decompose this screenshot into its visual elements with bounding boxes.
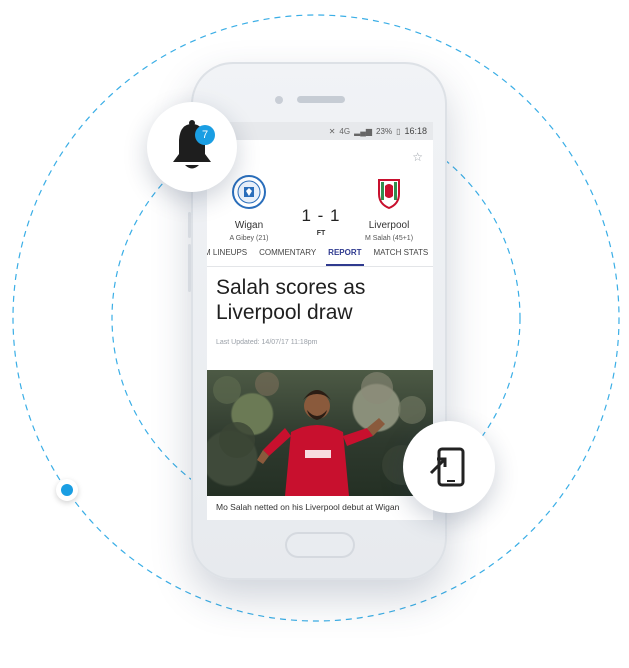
match-score: 1 - 1 bbox=[301, 206, 341, 225]
notification-bubble[interactable] bbox=[147, 102, 237, 192]
phone-share-icon bbox=[429, 447, 465, 487]
mute-icon: ✕ bbox=[328, 126, 336, 136]
status-bar: ✕ 4G ▂▄▆ 23% ▯ 16:18 bbox=[207, 122, 433, 140]
battery-percent: 23% bbox=[376, 126, 393, 136]
phone-speaker bbox=[297, 96, 345, 103]
tab-report[interactable]: REPORT bbox=[322, 240, 367, 266]
bell-icon bbox=[173, 120, 211, 169]
home-team-name: Wigan bbox=[234, 220, 264, 231]
away-team-name: Liverpool bbox=[368, 220, 410, 231]
home-button[interactable] bbox=[285, 532, 355, 558]
scoreboard: ☆ Wigan A Gibey (21) 1 - 1 FT Liverpool … bbox=[207, 140, 433, 242]
share-bubble[interactable] bbox=[403, 421, 495, 513]
liverpool-crest-icon bbox=[378, 179, 400, 210]
article-headline: Salah scores as Liverpool draw bbox=[216, 276, 366, 324]
phone-screen: ✕ 4G ▂▄▆ 23% ▯ 16:18 ☆ Wigan A Gibey (21… bbox=[207, 122, 433, 520]
notification-count-badge: 7 bbox=[195, 125, 215, 145]
match-tabs: M LINEUPS COMMENTARY REPORT MATCH STATS bbox=[207, 240, 433, 267]
tab-lineups[interactable]: M LINEUPS bbox=[207, 240, 253, 266]
tab-match-stats[interactable]: MATCH STATS bbox=[368, 240, 433, 266]
battery-icon: ▯ bbox=[396, 126, 401, 136]
tab-commentary[interactable]: COMMENTARY bbox=[253, 240, 322, 266]
phone-camera bbox=[275, 96, 283, 104]
signal-icon: ▂▄▆ bbox=[354, 126, 373, 136]
photo-caption: Mo Salah netted on his Liverpool debut a… bbox=[216, 502, 400, 512]
player-photo-illustration bbox=[213, 372, 426, 496]
network-icon: 4G bbox=[339, 126, 351, 136]
away-team[interactable]: Liverpool M Salah (45+1) bbox=[349, 174, 429, 242]
orbit-dot bbox=[56, 479, 78, 501]
match-status: FT bbox=[316, 230, 326, 237]
clock: 16:18 bbox=[404, 126, 427, 136]
favourite-star-icon[interactable]: ☆ bbox=[412, 150, 423, 164]
article-updated: Last Updated: 14/07/17 11:18pm bbox=[216, 339, 318, 346]
article-photo[interactable] bbox=[207, 370, 433, 496]
